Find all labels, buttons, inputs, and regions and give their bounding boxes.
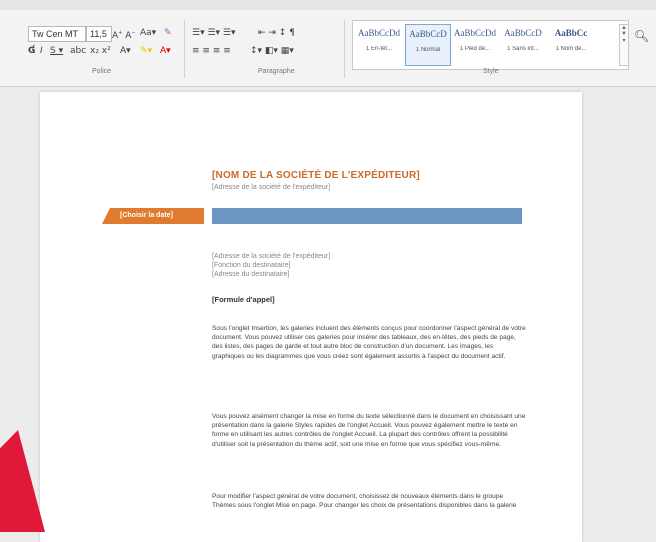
style-name: 1 Nom de... [555,46,587,52]
ribbon: Tw Cen MT ( 11,5 A+ A− Aa▾ ✎ G I S ▾ abc… [0,0,656,87]
font-color-button[interactable]: A▾ [160,45,171,57]
salutation[interactable]: [Formule d'appel] [212,295,275,304]
styles-gallery[interactable]: AaBbCcDd 1 En-têt... AaBbCcD 1 Normal Aa… [352,20,629,70]
style-sample: AaBbCcDd [454,28,496,38]
decorative-corner-shape [0,430,45,532]
sender-company-name[interactable]: [NOM DE LA SOCIÉTÉ DE L'EXPÉDITEUR] [212,170,420,181]
grow-font-button[interactable]: A+ A− [112,27,136,42]
group-label-paragraph: Paragraphe [258,68,295,75]
strikethrough-button[interactable]: abc [70,45,86,57]
bullets-button[interactable]: ☰▾ ☰▾ ☰▾ [192,27,235,39]
style-sample: AaBbCcD [504,28,542,38]
style-name: 1 En-têt... [365,46,392,52]
recipient-line: [Fonction du destinataire] [212,262,291,269]
style-name-item[interactable]: AaBbCc 1 Nom de... [549,24,593,64]
find-icon[interactable]: 🔍︎ [634,30,649,42]
style-name: 1 Pied de... [459,46,491,52]
recipient-block[interactable]: [Adresse de la société de l'expéditeur] … [212,252,330,279]
clear-formatting-icon[interactable]: ✎ [164,27,172,39]
body-paragraph[interactable]: Vous pouvez aisément changer la mise en … [212,412,527,449]
font-name-input[interactable]: Tw Cen MT ( [28,26,86,53]
style-normal[interactable]: AaBbCcD 1 Normal [405,24,451,66]
gallery-scroll-buttons[interactable]: ▲ ▼ ▾ [619,24,629,66]
underline-button[interactable]: S ▾ [50,45,63,57]
body-paragraph[interactable]: Sous l'onglet Insertion, les galeries in… [212,324,527,361]
group-label-style: Style [483,68,499,75]
align-buttons[interactable]: ≡ ≡ ≡ ≡ [192,45,231,57]
style-sample: AaBbCcDd [358,28,400,38]
document-page[interactable]: [NOM DE LA SOCIÉTÉ DE L'EXPÉDITEUR] [Adr… [40,92,582,542]
highlight-icon[interactable]: ✎▾ [140,45,152,57]
italic-button[interactable]: I [40,45,43,57]
body-paragraph[interactable]: Pour modifier l'aspect général de votre … [212,492,527,510]
style-footer[interactable]: AaBbCcDd 1 Pied de... [453,24,497,64]
group-divider [344,20,345,78]
recipient-line: [Adresse du destinataire] [212,271,290,278]
style-name: 1 Sans int... [507,46,539,52]
text-effects-button[interactable]: A▾ [120,45,131,57]
change-case-button[interactable]: Aa▾ [140,27,156,39]
style-sample: AaBbCc [554,28,588,38]
subscript-button[interactable]: x₂ x² [90,45,111,57]
group-divider [184,20,185,78]
style-sample: AaBbCcD [409,29,447,39]
line-spacing-button[interactable]: ↕▾ ◧▾ ▦▾ [250,45,294,57]
indent-button[interactable]: ⇤ ⇥ ↕ ¶ [258,27,295,39]
style-heading[interactable]: AaBbCcDd 1 En-têt... [357,24,401,64]
font-size-input[interactable]: 11,5 [86,26,112,42]
recipient-line: [Adresse de la société de l'expéditeur] [212,253,331,260]
date-picker[interactable]: [Choisir la date] [102,208,204,224]
group-label-font: Police [92,68,112,75]
sender-address[interactable]: [Adresse de la société de l'expéditeur] [212,184,330,191]
style-no-spacing[interactable]: AaBbCcD 1 Sans int... [501,24,545,64]
header-accent-bar [212,208,522,224]
ribbon-tabs-strip [0,0,656,10]
bold-button[interactable]: G [28,45,35,57]
style-name: 1 Normal [415,47,441,53]
